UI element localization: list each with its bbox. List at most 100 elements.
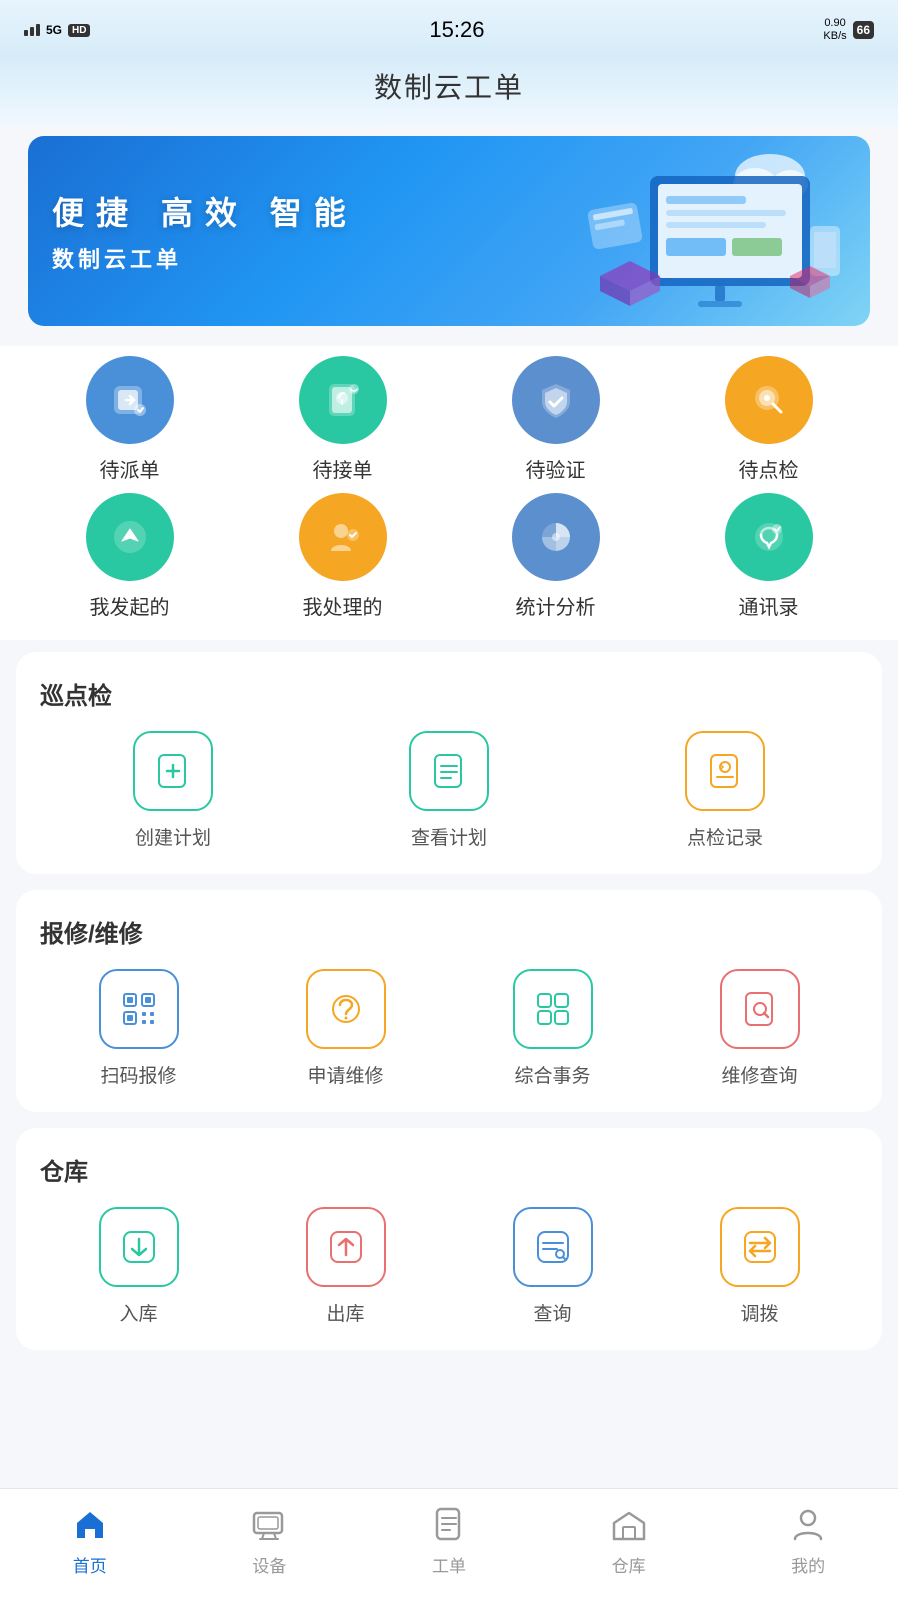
- nav-warehouse[interactable]: 仓库: [569, 1500, 689, 1577]
- pending-dispatch-label: 待派单: [100, 454, 160, 483]
- inspection-grid: 创建计划 查看计划: [40, 731, 858, 850]
- action-pending-dispatch[interactable]: 待派单: [28, 356, 231, 483]
- inspect-record-icon: [685, 731, 765, 811]
- status-bar: 5G HD 15:26 0.90 KB/s 66: [0, 0, 898, 56]
- create-plan-label: 创建计划: [135, 823, 211, 850]
- apply-repair-item[interactable]: 申请维修: [247, 969, 444, 1088]
- pending-verify-label: 待验证: [526, 454, 586, 483]
- bottom-nav: 首页 设备 工单: [0, 1488, 898, 1598]
- comprehensive-icon: [513, 969, 593, 1049]
- nav-workorder[interactable]: 工单: [389, 1500, 509, 1577]
- banner-illustration: [570, 146, 850, 316]
- warehouse-section: 仓库 入库 出库: [16, 1128, 882, 1350]
- warehouse-title: 仓库: [40, 1152, 858, 1187]
- inspection-section: 巡点检 创建计划: [16, 652, 882, 874]
- banner-tagline: 便捷 高效 智能: [52, 188, 358, 234]
- nav-warehouse-label: 仓库: [612, 1552, 646, 1577]
- action-my-initiated[interactable]: 我发起的: [28, 493, 231, 620]
- inspection-title: 巡点检: [40, 676, 858, 711]
- warehouse-nav-icon: [605, 1500, 653, 1548]
- nav-mine[interactable]: 我的: [748, 1500, 868, 1577]
- statistics-icon: [512, 493, 600, 581]
- apply-repair-icon: [306, 969, 386, 1049]
- warehouse-transfer-item[interactable]: 调拨: [661, 1207, 858, 1326]
- view-plan-icon: [409, 731, 489, 811]
- home-icon: [66, 1500, 114, 1548]
- scan-repair-item[interactable]: 扫码报修: [40, 969, 237, 1088]
- my-handled-icon: [299, 493, 387, 581]
- pending-inspect-label: 待点检: [739, 454, 799, 483]
- hd-tag: HD: [68, 24, 90, 37]
- action-statistics[interactable]: 统计分析: [454, 493, 657, 620]
- repair-query-item[interactable]: 维修查询: [661, 969, 858, 1088]
- comprehensive-item[interactable]: 综合事务: [454, 969, 651, 1088]
- quick-actions-grid: 待派单 待接单: [0, 346, 898, 640]
- warehouse-search-label: 查询: [533, 1299, 571, 1326]
- nav-equipment-label: 设备: [252, 1552, 286, 1577]
- warehouse-transfer-icon: [720, 1207, 800, 1287]
- repair-section: 报修/维修 扫码报: [16, 890, 882, 1112]
- workorder-icon: [425, 1500, 473, 1548]
- create-plan-item[interactable]: 创建计划: [40, 731, 306, 850]
- repair-query-label: 维修查询: [721, 1061, 797, 1088]
- warehouse-out-label: 出库: [326, 1299, 364, 1326]
- repair-title: 报修/维修: [40, 914, 858, 949]
- signal-icon: [24, 24, 40, 36]
- contacts-label: 通讯录: [739, 591, 799, 620]
- warehouse-out-item[interactable]: 出库: [247, 1207, 444, 1326]
- my-handled-label: 我处理的: [303, 591, 383, 620]
- warehouse-in-label: 入库: [119, 1299, 157, 1326]
- inspect-record-label: 点检记录: [687, 823, 763, 850]
- pending-accept-label: 待接单: [313, 454, 373, 483]
- warehouse-search-icon: [513, 1207, 593, 1287]
- network-speed: 0.90 KB/s: [823, 17, 846, 43]
- banner-text: 便捷 高效 智能 数制云工单: [52, 188, 358, 274]
- pending-accept-icon: [299, 356, 387, 444]
- statistics-label: 统计分析: [516, 591, 596, 620]
- warehouse-in-item[interactable]: 入库: [40, 1207, 237, 1326]
- action-my-handled[interactable]: 我处理的: [241, 493, 444, 620]
- warehouse-search-item[interactable]: 查询: [454, 1207, 651, 1326]
- banner: 便捷 高效 智能 数制云工单: [28, 136, 870, 326]
- warehouse-transfer-label: 调拨: [740, 1299, 778, 1326]
- main-content: 待派单 待接单: [0, 346, 898, 1486]
- pending-verify-icon: [512, 356, 600, 444]
- contacts-icon: [725, 493, 813, 581]
- mine-icon: [784, 1500, 832, 1548]
- create-plan-icon: [133, 731, 213, 811]
- battery-indicator: 66: [853, 21, 874, 39]
- action-pending-accept[interactable]: 待接单: [241, 356, 444, 483]
- banner-subtitle: 数制云工单: [52, 242, 358, 274]
- status-right: 0.90 KB/s 66: [823, 17, 874, 43]
- action-pending-verify[interactable]: 待验证: [454, 356, 657, 483]
- view-plan-item[interactable]: 查看计划: [316, 731, 582, 850]
- warehouse-out-icon: [306, 1207, 386, 1287]
- banner-graphic: [570, 146, 850, 316]
- warehouse-in-icon: [99, 1207, 179, 1287]
- nav-workorder-label: 工单: [432, 1552, 466, 1577]
- scan-repair-label: 扫码报修: [100, 1061, 176, 1088]
- nav-equipment[interactable]: 设备: [209, 1500, 329, 1577]
- apply-repair-label: 申请维修: [307, 1061, 383, 1088]
- nav-home-label: 首页: [73, 1552, 107, 1577]
- action-pending-inspect[interactable]: 待点检: [667, 356, 870, 483]
- action-contacts[interactable]: 通讯录: [667, 493, 870, 620]
- time-display: 15:26: [429, 17, 484, 43]
- comprehensive-label: 综合事务: [514, 1061, 590, 1088]
- my-initiated-label: 我发起的: [90, 591, 170, 620]
- status-left: 5G HD: [24, 23, 90, 37]
- equipment-icon: [245, 1500, 293, 1548]
- pending-dispatch-icon: [86, 356, 174, 444]
- nav-home[interactable]: 首页: [30, 1500, 150, 1577]
- page-title: 数制云工单: [0, 66, 898, 106]
- repair-grid: 扫码报修 申请维修: [40, 969, 858, 1088]
- header: 数制云工单: [0, 56, 898, 126]
- warehouse-grid: 入库 出库: [40, 1207, 858, 1326]
- view-plan-label: 查看计划: [411, 823, 487, 850]
- inspect-record-item[interactable]: 点检记录: [592, 731, 858, 850]
- nav-mine-label: 我的: [791, 1552, 825, 1577]
- network-type: 5G: [46, 23, 62, 37]
- scan-repair-icon: [99, 969, 179, 1049]
- my-initiated-icon: [86, 493, 174, 581]
- repair-query-icon: [720, 969, 800, 1049]
